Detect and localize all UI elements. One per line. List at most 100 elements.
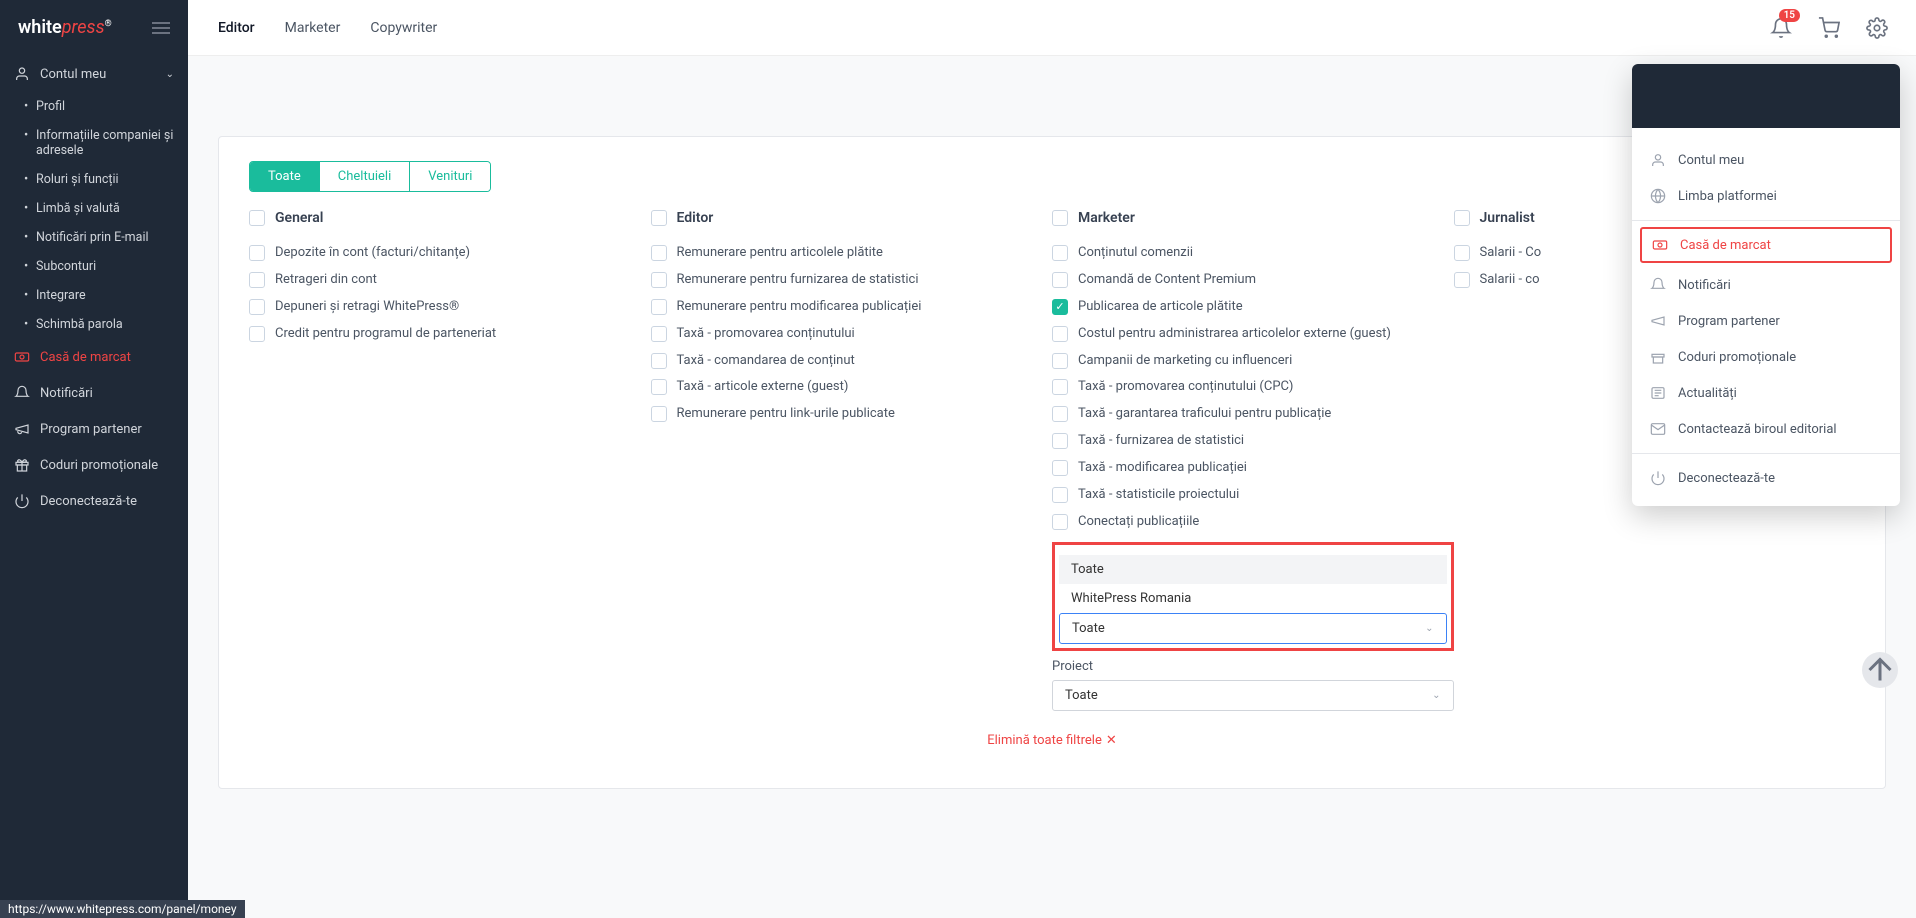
checkbox-checked[interactable]: ✓: [1052, 299, 1068, 315]
sidebar-sub-integr[interactable]: Integrare: [0, 281, 188, 310]
filter-item[interactable]: Remunerare pentru modificarea publicație…: [651, 294, 1053, 321]
checkbox[interactable]: [1052, 210, 1068, 226]
filter-item[interactable]: Remunerare pentru link-urile publicate: [651, 401, 1053, 428]
checkbox[interactable]: [1052, 245, 1068, 261]
filter-item[interactable]: Taxă - statisticile proiectului: [1052, 482, 1454, 509]
menu-platform-lang[interactable]: Limba platformei: [1632, 178, 1900, 214]
filter-item[interactable]: Remunerare pentru furnizarea de statisti…: [651, 267, 1053, 294]
sidebar-item-account[interactable]: Contul meu ⌄: [0, 56, 188, 92]
checkbox[interactable]: [651, 406, 667, 422]
sidebar-sub-roles[interactable]: Roluri și funcții: [0, 165, 188, 194]
hamburger-icon[interactable]: [152, 22, 170, 34]
menu-news[interactable]: Actualități: [1632, 375, 1900, 411]
checkbox[interactable]: [651, 272, 667, 288]
checkbox[interactable]: [651, 245, 667, 261]
nav-marketer[interactable]: Marketer: [285, 20, 341, 36]
menu-account[interactable]: Contul meu: [1632, 142, 1900, 178]
filter-item[interactable]: Taxă - articole externe (guest): [651, 374, 1053, 401]
status-bar-url: https://www.whitepress.com/panel/money: [0, 900, 245, 918]
checkbox[interactable]: [651, 379, 667, 395]
checkbox[interactable]: [1052, 326, 1068, 342]
checkbox[interactable]: [651, 353, 667, 369]
col-marketer-head[interactable]: Marketer: [1052, 210, 1454, 226]
checkbox[interactable]: [651, 326, 667, 342]
clear-filters-button[interactable]: Elimină toate filtrele✕: [249, 733, 1855, 748]
col-general-head[interactable]: General: [249, 210, 651, 226]
checkbox[interactable]: [1052, 406, 1068, 422]
checkbox[interactable]: [249, 210, 265, 226]
dd-option-wp-ro[interactable]: WhitePress Romania: [1059, 584, 1447, 613]
globe-icon: [1650, 188, 1666, 204]
filter-item[interactable]: Retrageri din cont: [249, 267, 651, 294]
menu-contact[interactable]: Contactează biroul editorial: [1632, 411, 1900, 447]
menu-notif[interactable]: Notificări: [1632, 267, 1900, 303]
nav-editor[interactable]: Editor: [218, 20, 255, 36]
checkbox[interactable]: [249, 299, 265, 315]
col-editor-head[interactable]: Editor: [651, 210, 1053, 226]
checkbox[interactable]: [1052, 514, 1068, 530]
cart-icon[interactable]: [1818, 17, 1840, 39]
filter-item[interactable]: Credit pentru programul de parteneriat: [249, 321, 651, 348]
filter-item[interactable]: Comandă de Content Premium: [1052, 267, 1454, 294]
seg-expenses[interactable]: Cheltuieli: [319, 162, 409, 191]
menu-cash[interactable]: Casă de marcat: [1640, 227, 1892, 263]
checkbox[interactable]: [651, 299, 667, 315]
checkbox[interactable]: [1454, 272, 1470, 288]
filter-item[interactable]: Depozite în cont (facturi/chitanțe): [249, 240, 651, 267]
checkbox[interactable]: [249, 326, 265, 342]
filter-item[interactable]: Remunerare pentru articolele plătite: [651, 240, 1053, 267]
filter-item[interactable]: Taxă - comandarea de conținut: [651, 348, 1053, 375]
sidebar-item-partner[interactable]: Program partener: [0, 411, 188, 447]
scroll-top-button[interactable]: [1862, 652, 1898, 688]
checkbox[interactable]: [249, 272, 265, 288]
seg-income[interactable]: Venituri: [409, 162, 490, 191]
sidebar-sub-email[interactable]: Notificări prin E-mail: [0, 223, 188, 252]
sidebar-sub-passwd[interactable]: Schimbă parola: [0, 310, 188, 339]
checkbox[interactable]: [1052, 272, 1068, 288]
filter-item[interactable]: Conectați publicațiile: [1052, 509, 1454, 536]
sidebar-sub-subacc[interactable]: Subconturi: [0, 252, 188, 281]
checkbox[interactable]: [1052, 460, 1068, 476]
filter-item[interactable]: Taxă - promovarea conținutului: [651, 321, 1053, 348]
filter-item[interactable]: Depuneri și retragi WhitePress®: [249, 294, 651, 321]
checkbox[interactable]: [1052, 487, 1068, 503]
checkbox[interactable]: [1454, 210, 1470, 226]
checkbox[interactable]: [1454, 245, 1470, 261]
news-icon: [1650, 385, 1666, 401]
filter-item[interactable]: Taxă - furnizarea de statistici: [1052, 428, 1454, 455]
sidebar-item-notif[interactable]: Notificări: [0, 375, 188, 411]
notifications-icon[interactable]: 15: [1770, 17, 1792, 39]
logo-area: whitepress®: [0, 0, 188, 56]
filter-item[interactable]: ✓Publicarea de articole plătite: [1052, 294, 1454, 321]
sidebar-item-cash[interactable]: Casă de marcat: [0, 339, 188, 375]
checkbox[interactable]: [1052, 353, 1068, 369]
filter-label: Credit pentru programul de parteneriat: [275, 326, 496, 343]
nav-copywriter[interactable]: Copywriter: [370, 20, 437, 36]
sidebar-sub-lang[interactable]: Limbă și valută: [0, 194, 188, 223]
clear-filters-label: Elimină toate filtrele: [987, 733, 1102, 748]
checkbox[interactable]: [651, 210, 667, 226]
checkbox[interactable]: [249, 245, 265, 261]
checkbox[interactable]: [1052, 379, 1068, 395]
filter-item[interactable]: Taxă - promovarea conținutului (CPC): [1052, 374, 1454, 401]
gear-icon[interactable]: [1866, 17, 1888, 39]
filter-item[interactable]: Conținutul comenzii: [1052, 240, 1454, 267]
menu-promo[interactable]: Coduri promoționale: [1632, 339, 1900, 375]
dd-option-all[interactable]: Toate: [1059, 555, 1447, 584]
sidebar-item-logout[interactable]: Deconectează-te: [0, 483, 188, 519]
filter-item[interactable]: Taxă - modificarea publicației: [1052, 455, 1454, 482]
sidebar-sub-profile[interactable]: Profil: [0, 92, 188, 121]
project-select[interactable]: Toate ⌄: [1052, 680, 1454, 711]
sidebar-item-promo[interactable]: Coduri promoționale: [0, 447, 188, 483]
menu-logout[interactable]: Deconectează-te: [1632, 460, 1900, 496]
publication-select[interactable]: Toate ⌄: [1059, 613, 1447, 644]
seg-all[interactable]: Toate: [250, 162, 319, 191]
filter-item[interactable]: Costul pentru administrarea articolelor …: [1052, 321, 1454, 348]
filter-item[interactable]: Campanii de marketing cu influenceri: [1052, 348, 1454, 375]
sidebar-sub-company[interactable]: Informațiile companiei și adresele: [0, 121, 188, 165]
filter-item[interactable]: Taxă - garantarea traficului pentru publ…: [1052, 401, 1454, 428]
menu-partner[interactable]: Program partener: [1632, 303, 1900, 339]
publication-highlight: Toate WhitePress Romania Toate ⌄: [1052, 542, 1454, 651]
top-right: 15: [1770, 17, 1916, 39]
checkbox[interactable]: [1052, 433, 1068, 449]
